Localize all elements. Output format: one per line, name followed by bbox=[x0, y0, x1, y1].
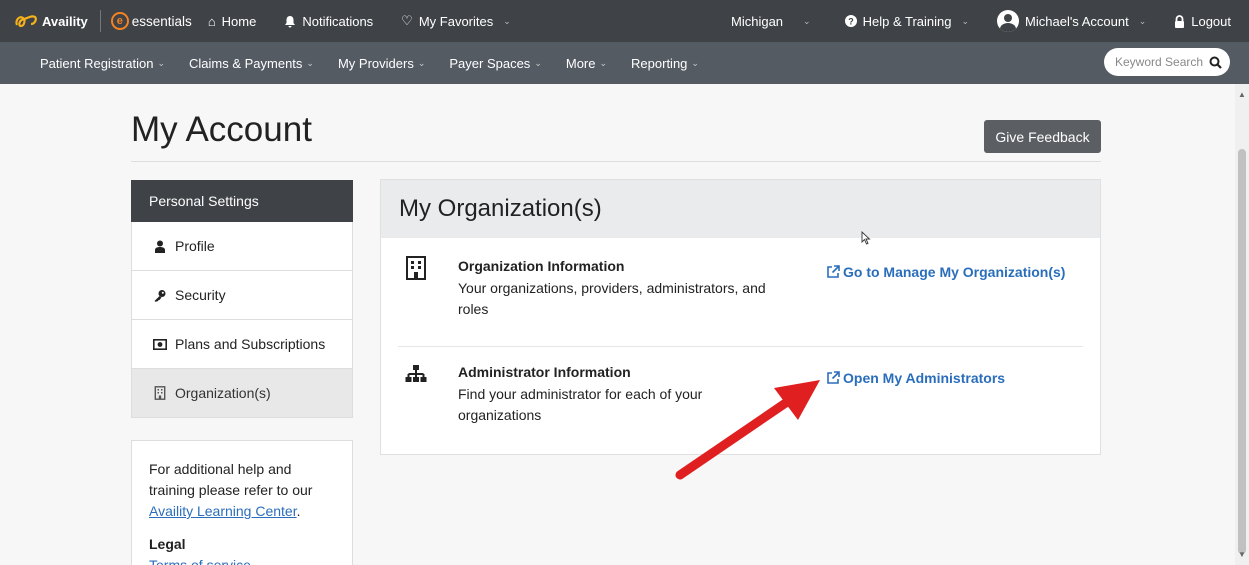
give-feedback-button[interactable]: Give Feedback bbox=[984, 120, 1101, 153]
nav-patient-registration[interactable]: Patient Registration ⌄ bbox=[40, 56, 165, 71]
panel-title: My Organization(s) bbox=[381, 180, 1100, 238]
home-label: Home bbox=[221, 13, 257, 29]
keyword-search bbox=[1104, 48, 1230, 76]
learning-center-link[interactable]: Availity Learning Center bbox=[149, 503, 297, 519]
account-menu[interactable]: Michael's Account ⌄ bbox=[997, 10, 1146, 32]
nav-payer-spaces[interactable]: Payer Spaces ⌄ bbox=[449, 56, 541, 71]
chevron-down-icon: ⌄ bbox=[599, 57, 608, 68]
scroll-down-icon[interactable]: ▼ bbox=[1238, 550, 1246, 559]
chevron-down-icon: ⌄ bbox=[306, 57, 314, 68]
nav-claims-payments[interactable]: Claims & Payments ⌄ bbox=[189, 56, 314, 71]
heart-icon: ♡ bbox=[401, 13, 413, 28]
terms-link[interactable]: Terms of service bbox=[149, 557, 251, 565]
favorites-menu[interactable]: ♡ My Favorites ⌄ bbox=[401, 13, 511, 29]
nav-more[interactable]: More ⌄ bbox=[566, 56, 607, 71]
menu-item-label: Organization(s) bbox=[175, 385, 271, 401]
menu-item-organizations[interactable]: Organization(s) bbox=[131, 369, 353, 418]
chevron-down-icon: ⌄ bbox=[1138, 15, 1147, 26]
legal-heading: Legal bbox=[149, 536, 186, 552]
menu-item-plans[interactable]: Plans and Subscriptions bbox=[131, 320, 353, 369]
keyword-search-input[interactable] bbox=[1115, 55, 1207, 69]
money-icon bbox=[153, 338, 167, 350]
nav-label: Reporting bbox=[631, 55, 688, 71]
bell-icon bbox=[285, 15, 296, 27]
region-menu[interactable]: Michigan ⌄ bbox=[731, 14, 811, 29]
question-circle-icon: ? bbox=[844, 15, 857, 27]
sitemap-icon bbox=[405, 365, 427, 382]
main-nav: Patient Registration ⌄ Claims & Payments ⌄… bbox=[0, 42, 1249, 84]
key-icon bbox=[154, 289, 166, 302]
nav-label: Claims & Payments bbox=[189, 55, 303, 71]
help-text: For additional help and training please … bbox=[149, 461, 313, 498]
row-title: Organization Information bbox=[458, 258, 625, 274]
nav-label: Payer Spaces bbox=[449, 55, 531, 71]
brand[interactable]: Availity e essentials bbox=[14, 0, 208, 42]
help-box: For additional help and training please … bbox=[131, 440, 353, 565]
logout-label: Logout bbox=[1191, 13, 1231, 29]
chevron-down-icon: ⌄ bbox=[961, 15, 970, 26]
menu-item-label: Plans and Subscriptions bbox=[175, 336, 326, 352]
chevron-down-icon: ⌄ bbox=[803, 15, 811, 26]
link-label: Go to Manage My Organization(s) bbox=[843, 264, 1066, 280]
menu-item-label: Profile bbox=[175, 238, 215, 254]
notifications-link[interactable]: Notifications bbox=[284, 14, 373, 29]
open-administrators-link[interactable]: Open My Administrators bbox=[826, 370, 1005, 386]
page-title: My Account bbox=[131, 110, 312, 149]
user-icon bbox=[155, 240, 165, 253]
annotation-arrow-icon bbox=[675, 380, 820, 480]
chevron-down-icon: ⌄ bbox=[691, 57, 699, 68]
chevron-down-icon: ⌄ bbox=[417, 57, 426, 68]
nav-my-providers[interactable]: My Providers ⌄ bbox=[338, 56, 425, 71]
lock-icon bbox=[1175, 14, 1185, 28]
scroll-thumb[interactable] bbox=[1238, 149, 1246, 554]
external-link-icon bbox=[827, 265, 840, 278]
title-divider bbox=[131, 161, 1101, 162]
search-icon[interactable] bbox=[1209, 56, 1222, 69]
account-label: Michael's Account bbox=[1025, 13, 1129, 29]
essentials-icon: e bbox=[110, 12, 129, 30]
menu-item-profile[interactable]: Profile bbox=[131, 222, 353, 271]
building-icon bbox=[406, 256, 426, 280]
nav-label: My Providers bbox=[337, 55, 414, 71]
chevron-down-icon: ⌄ bbox=[503, 15, 511, 26]
link-label: Open My Administrators bbox=[843, 370, 1006, 386]
nav-label: More bbox=[565, 55, 596, 71]
menu-header: Personal Settings bbox=[131, 180, 353, 222]
region-label: Michigan bbox=[731, 13, 784, 29]
help-label: Help & Training bbox=[862, 13, 952, 29]
notifications-label: Notifications bbox=[302, 13, 374, 29]
scroll-up-icon[interactable]: ▲ bbox=[1238, 90, 1246, 99]
menu-item-label: Security bbox=[175, 287, 226, 303]
building-icon bbox=[154, 386, 166, 400]
nav-reporting[interactable]: Reporting ⌄ bbox=[631, 56, 699, 71]
chevron-down-icon: ⌄ bbox=[157, 57, 165, 68]
page-scrollbar[interactable]: ▲ ▼ bbox=[1235, 84, 1249, 565]
nav-label: Patient Registration bbox=[40, 55, 154, 71]
help-menu[interactable]: ? Help & Training ⌄ bbox=[844, 13, 970, 29]
org-info-row: Organization Information Your organizati… bbox=[398, 252, 1083, 347]
product-name: essentials bbox=[131, 13, 192, 29]
settings-menu: Personal Settings Profile Security Plans… bbox=[131, 180, 353, 418]
chevron-down-icon: ⌄ bbox=[534, 57, 542, 68]
brand-name: Availity bbox=[42, 13, 88, 29]
row-title: Administrator Information bbox=[458, 364, 631, 380]
favorites-label: My Favorites bbox=[418, 13, 494, 29]
menu-item-security[interactable]: Security bbox=[131, 271, 353, 320]
home-link[interactable]: ⌂ Home bbox=[208, 14, 257, 29]
logout-button[interactable]: Logout bbox=[1174, 14, 1231, 29]
avatar-icon bbox=[997, 10, 1020, 32]
availity-logo-icon bbox=[15, 15, 37, 28]
brand-divider bbox=[99, 10, 101, 32]
manage-organizations-link[interactable]: Go to Manage My Organization(s) bbox=[826, 264, 1065, 280]
mouse-cursor-icon bbox=[861, 231, 871, 245]
home-icon: ⌂ bbox=[207, 13, 216, 29]
top-bar: Availity e essentials ⌂ Home Notificatio… bbox=[0, 0, 1249, 42]
row-description: Your organizations, providers, administr… bbox=[458, 280, 766, 317]
svg-text:?: ? bbox=[848, 16, 854, 26]
